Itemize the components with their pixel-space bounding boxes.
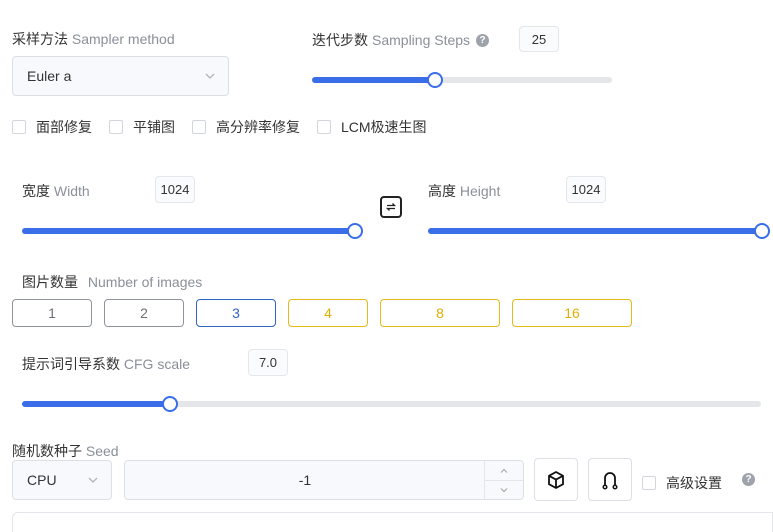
- random-seed-button[interactable]: [534, 458, 578, 501]
- swap-icon: [385, 203, 397, 211]
- width-label-zh: 宽度: [22, 183, 50, 199]
- steps-value-box[interactable]: 25: [519, 26, 559, 52]
- lcm-checkbox[interactable]: [317, 120, 331, 134]
- chevron-down-icon: [500, 488, 508, 493]
- seed-device-value: CPU: [27, 472, 57, 488]
- cfg-slider-fill: [22, 401, 170, 407]
- width-label-en: Width: [53, 183, 90, 199]
- seed-stepper: [484, 461, 523, 499]
- steps-label: 迭代步数 Sampling Steps ?: [312, 30, 490, 50]
- width-slider[interactable]: [22, 223, 363, 239]
- tiling-label: 平铺图: [133, 119, 175, 135]
- width-slider-fill: [22, 228, 355, 234]
- num-images-option-2[interactable]: 2: [104, 299, 184, 327]
- sampler-label: 采样方法 Sampler method: [12, 29, 175, 49]
- options-row: 面部修复 平铺图 高分辨率修复 LCM极速生图: [12, 117, 427, 137]
- seed-device-select[interactable]: CPU: [12, 460, 112, 500]
- face-restore-checkbox[interactable]: [12, 120, 26, 134]
- cfg-label-zh: 提示词引导系数: [22, 356, 120, 372]
- seed-decrement-button[interactable]: [485, 481, 523, 499]
- swap-dimensions-button[interactable]: [380, 196, 402, 218]
- chevron-up-icon: [500, 468, 508, 473]
- cfg-slider[interactable]: [22, 396, 761, 412]
- steps-slider-fill: [312, 77, 435, 83]
- height-slider-thumb[interactable]: [754, 223, 770, 239]
- num-images-label-en: Number of images: [87, 274, 203, 290]
- height-slider[interactable]: [428, 223, 770, 239]
- help-icon[interactable]: ?: [742, 473, 755, 486]
- sampler-value: Euler a: [27, 68, 72, 84]
- seed-input[interactable]: -1: [124, 460, 524, 500]
- cfg-value-box[interactable]: 7.0: [248, 349, 288, 376]
- seed-label-en: Seed: [85, 443, 119, 459]
- cube-icon: [548, 470, 564, 489]
- face-restore-label: 面部修复: [36, 119, 92, 135]
- num-images-option-3[interactable]: 3: [196, 299, 276, 327]
- height-label-zh: 高度: [428, 183, 456, 199]
- lcm-label: LCM极速生图: [341, 119, 427, 135]
- cfg-label: 提示词引导系数 CFG scale: [22, 354, 190, 374]
- advanced-settings: 高级设置: [642, 473, 722, 493]
- height-value-box[interactable]: 1024: [566, 176, 606, 203]
- num-images-option-1[interactable]: 1: [12, 299, 92, 327]
- seed-increment-button[interactable]: [485, 461, 523, 481]
- prompt-panel-edge: [12, 512, 773, 532]
- num-images-option-4[interactable]: 4: [288, 299, 368, 327]
- advanced-settings-checkbox[interactable]: [642, 476, 656, 490]
- num-images-label-zh: 图片数量: [22, 274, 78, 290]
- seed-value: -1: [298, 472, 312, 488]
- seed-label: 随机数种子 Seed: [12, 441, 119, 461]
- height-label: 高度 Height: [428, 181, 500, 201]
- steps-label-en: Sampling Steps: [372, 32, 471, 48]
- steps-slider-thumb[interactable]: [427, 72, 443, 88]
- cfg-slider-thumb[interactable]: [162, 396, 178, 412]
- sampler-label-zh: 采样方法: [12, 31, 68, 47]
- chevron-down-icon: [88, 477, 98, 483]
- tiling-checkbox[interactable]: [109, 120, 123, 134]
- chevron-down-icon: [205, 73, 215, 79]
- num-images-option-16[interactable]: 16: [512, 299, 632, 327]
- help-icon[interactable]: ?: [476, 33, 490, 47]
- sampler-select[interactable]: Euler a: [12, 56, 229, 96]
- sampler-label-en: Sampler method: [71, 31, 175, 47]
- width-value-box[interactable]: 1024: [155, 176, 195, 203]
- advanced-settings-label: 高级设置: [666, 475, 722, 491]
- steps-label-zh: 迭代步数: [312, 32, 368, 48]
- steps-slider[interactable]: [312, 72, 612, 88]
- width-slider-thumb[interactable]: [347, 223, 363, 239]
- recycle-icon: [602, 471, 618, 490]
- hires-fix-checkbox[interactable]: [192, 120, 206, 134]
- cfg-label-en: CFG scale: [123, 356, 191, 372]
- seed-label-zh: 随机数种子: [12, 443, 82, 459]
- width-label: 宽度 Width: [22, 181, 90, 201]
- hires-fix-label: 高分辨率修复: [216, 119, 300, 135]
- reuse-seed-button[interactable]: [588, 458, 632, 501]
- num-images-option-8[interactable]: 8: [380, 299, 500, 327]
- height-label-en: Height: [459, 183, 501, 199]
- height-slider-fill: [428, 228, 762, 234]
- num-images-label: 图片数量 Number of images: [22, 272, 202, 292]
